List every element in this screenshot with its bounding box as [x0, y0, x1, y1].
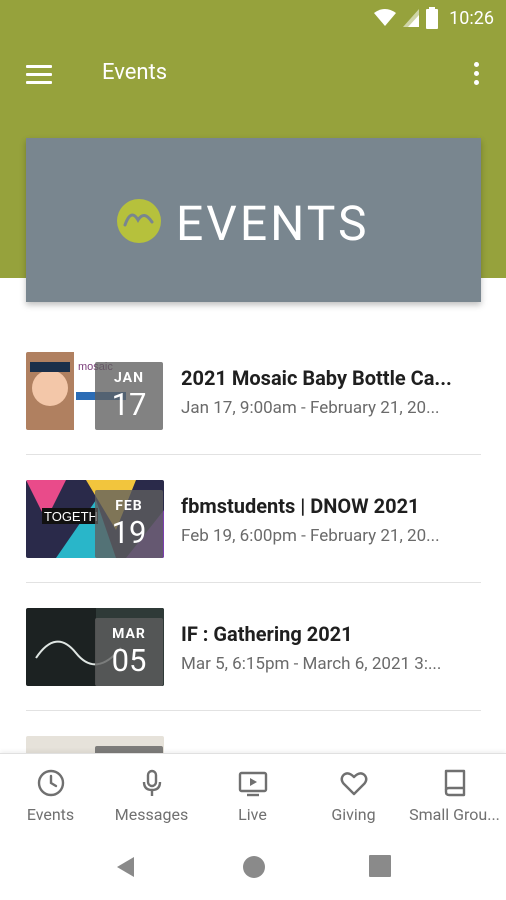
event-time: Feb 19, 6:00pm - February 21, 20...: [181, 526, 440, 546]
event-title: fbmstudents | DNOW 2021: [181, 494, 420, 518]
heart-icon: [340, 772, 368, 796]
svg-text:TOGETH: TOGETH: [44, 509, 98, 524]
event-item[interactable]: TOGETH FEB 19 fbmstudents | DNOW 2021 Fe…: [26, 448, 481, 583]
date-day: 17: [111, 386, 147, 423]
status-time: 10:26: [449, 7, 494, 29]
nav-label: Giving: [331, 805, 376, 824]
hamburger-menu-icon[interactable]: [22, 61, 56, 89]
nav-item-giving[interactable]: Giving: [303, 754, 404, 834]
date-day: 19: [111, 514, 147, 551]
back-icon[interactable]: [114, 855, 138, 879]
date-month: FEB: [115, 498, 143, 514]
play-screen-icon: [238, 771, 268, 797]
clock-icon: [37, 769, 65, 797]
event-title: 2021 Mosaic Baby Bottle Ca...: [181, 366, 452, 390]
nav-item-messages[interactable]: Messages: [101, 754, 202, 834]
nav-label: Small Grou...: [409, 805, 500, 824]
battery-icon: [426, 7, 439, 29]
nav-item-events[interactable]: Events: [0, 754, 101, 834]
nav-label: Events: [26, 805, 75, 824]
date-badge: MAR 05: [95, 618, 163, 686]
event-item[interactable]: mosaic JAN 17 2021 Mosaic Baby Bottle Ca…: [26, 320, 481, 455]
microphone-icon: [142, 769, 162, 796]
date-month: JAN: [114, 370, 144, 386]
recents-icon[interactable]: [369, 855, 391, 877]
nav-label: Live: [238, 805, 267, 824]
more-vertical-icon[interactable]: [464, 60, 488, 90]
date-badge: FEB 19: [95, 490, 163, 558]
event-title: IF : Gathering 2021: [181, 622, 353, 646]
status-bar: 10:26: [0, 0, 506, 36]
banner-title: EVENTS: [176, 195, 370, 252]
event-item[interactable]: MAR 05 IF : Gathering 2021 Mar 5, 6:15pm…: [26, 576, 481, 711]
date-month: MAR: [112, 626, 146, 642]
nav-label: Messages: [114, 805, 189, 824]
nav-item-live[interactable]: Live: [202, 754, 303, 834]
church-logo-icon: [117, 199, 161, 243]
home-icon[interactable]: [242, 855, 266, 879]
page-title: Events: [102, 60, 168, 85]
bottom-navigation: Events Messages Live Giving Small Grou..…: [0, 753, 506, 833]
events-banner: EVENTS: [26, 138, 481, 302]
book-icon: [444, 769, 466, 797]
date-badge: JAN 17: [95, 362, 163, 430]
status-icons: 10:26: [374, 7, 494, 29]
cellular-signal-icon: [403, 9, 420, 27]
event-time: Mar 5, 6:15pm - March 6, 2021 3:...: [181, 654, 442, 674]
system-navigation-bar: [0, 833, 506, 900]
event-time: Jan 17, 9:00am - February 21, 20...: [181, 398, 440, 418]
app-bar: Events: [0, 36, 506, 114]
date-day: 05: [111, 642, 147, 679]
wifi-icon: [374, 9, 397, 26]
nav-item-small-groups[interactable]: Small Grou...: [404, 754, 505, 834]
